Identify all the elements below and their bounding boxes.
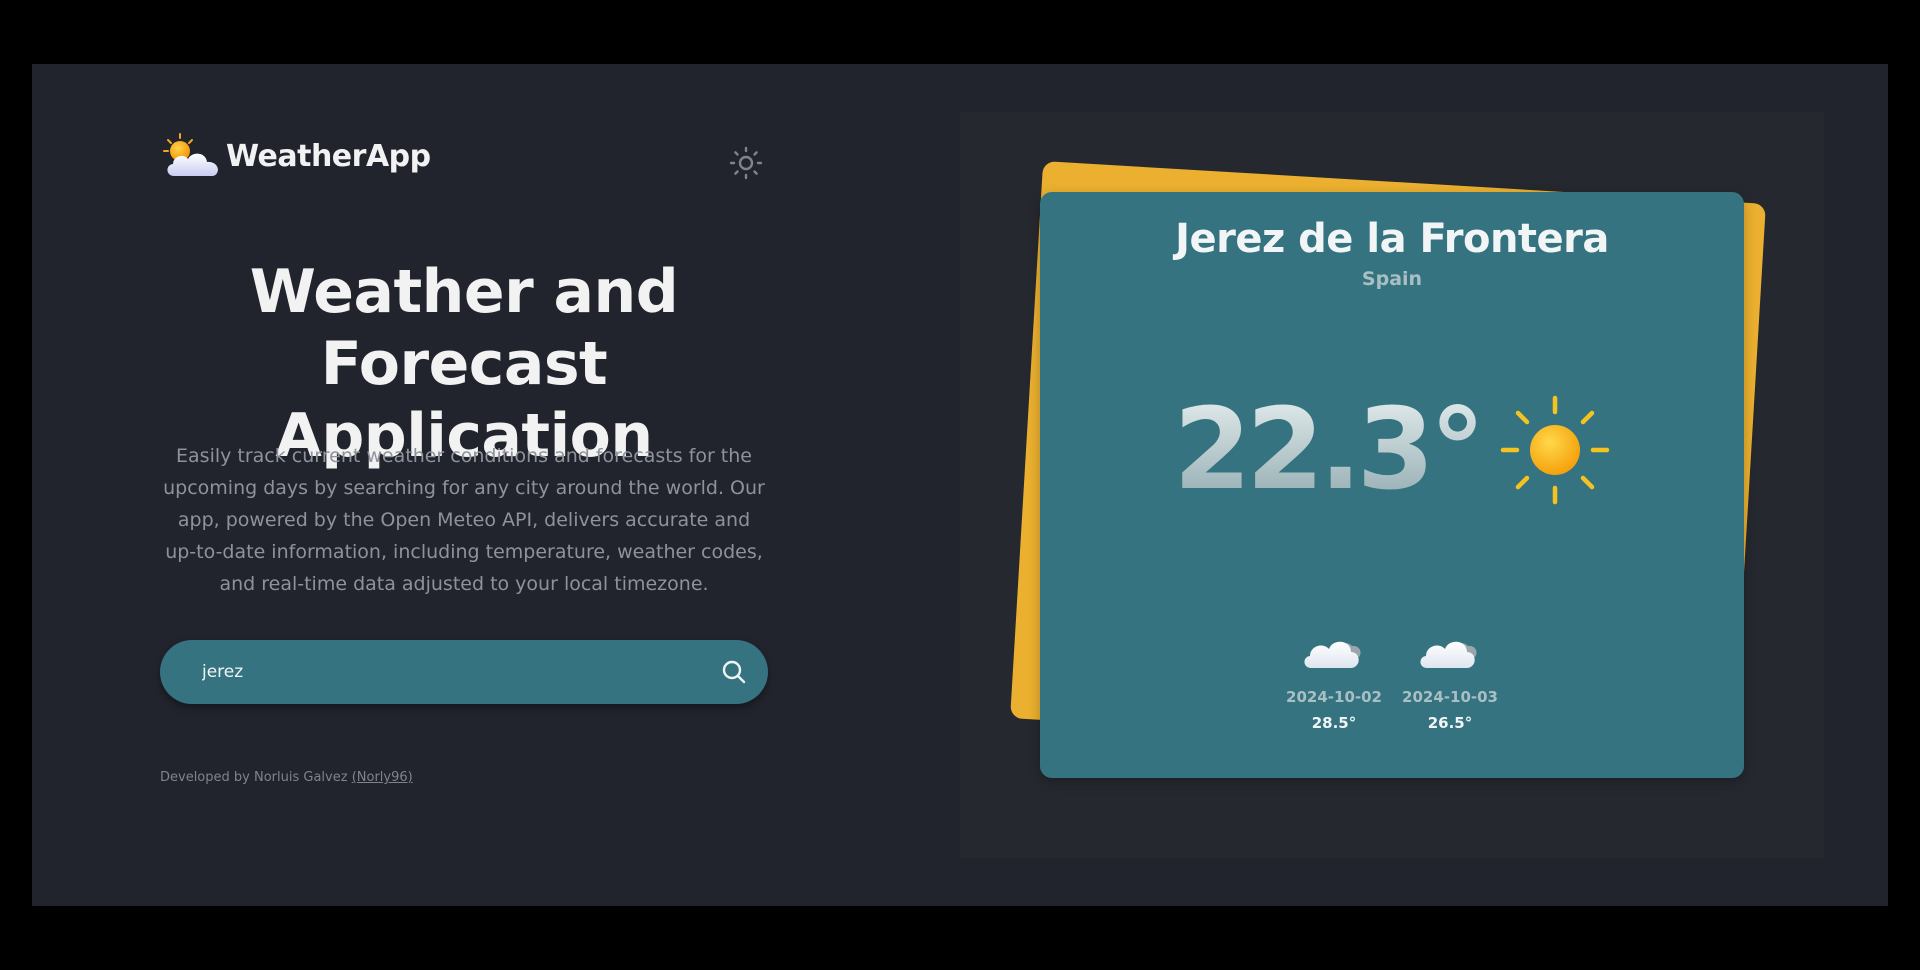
forecast-date: 2024-10-03 [1402, 688, 1498, 706]
forecast-date: 2024-10-02 [1286, 688, 1382, 706]
forecast-list: 2024-10-02 28.5° 2024-10-03 26.5° [1040, 624, 1744, 732]
current-weather: 22.3° [1040, 390, 1744, 510]
hero-description: Easily track current weather conditions … [163, 445, 765, 595]
cloud-icon [1304, 641, 1361, 668]
search-icon [722, 660, 746, 684]
search-input[interactable] [200, 651, 714, 693]
current-temperature: 22.3° [1173, 385, 1485, 515]
brand[interactable]: WeatherApp [162, 132, 431, 180]
sun-icon [1500, 395, 1609, 505]
sun-outline-icon [729, 146, 763, 180]
hero-title-line1: Weather and [249, 257, 679, 327]
author-link[interactable]: (Norly96) [352, 770, 413, 785]
country-name: Spain [1361, 268, 1423, 290]
forecast-item: 2024-10-02 28.5° [1286, 624, 1382, 732]
forecast-temperature: 28.5° [1311, 714, 1357, 732]
search-bar [160, 640, 768, 704]
weather-card: Jerez de la Frontera Spain 22.3° 2024-10… [1040, 192, 1744, 778]
sun-behind-cloud-icon [163, 133, 218, 176]
city-name: Jerez de la Frontera [1175, 216, 1609, 262]
intro-section: WeatherApp Weather and Forecast Applicat… [160, 64, 768, 906]
cloud-icon [1420, 641, 1477, 668]
forecast-temperature: 26.5° [1427, 714, 1473, 732]
search-button[interactable] [714, 652, 754, 692]
forecast-item: 2024-10-03 26.5° [1402, 624, 1498, 732]
footer-credit-text: Developed by Norluis Galvez [160, 770, 348, 785]
app-frame: WeatherApp Weather and Forecast Applicat… [32, 64, 1888, 906]
footer-credit: Developed by Norluis Galvez (Norly96) [160, 770, 413, 785]
weather-panel: Jerez de la Frontera Spain 22.3° 2024-10… [960, 112, 1824, 858]
app-name: WeatherApp [226, 138, 431, 174]
theme-toggle-button[interactable] [728, 145, 764, 181]
